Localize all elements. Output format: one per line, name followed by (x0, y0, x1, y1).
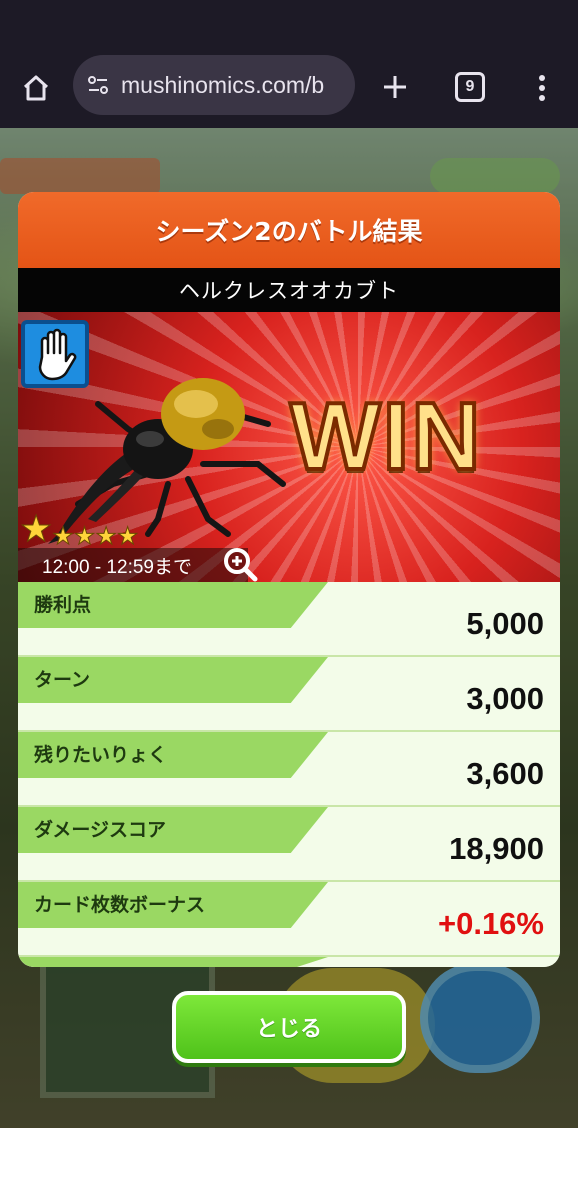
hand-sign-badge (21, 320, 89, 388)
bonus-value: +0.16% (437, 906, 544, 941)
score-breakdown: 勝利点 5,000 ターン 3,000 残りたいりょく 3,600 ダメージスコ… (18, 582, 560, 967)
score-row: ダメージスコア 18,900 (18, 807, 560, 882)
score-value: 3,600 (466, 756, 544, 791)
dialog-title: シーズン2のバトル結果 (155, 217, 423, 246)
zoom-button[interactable] (220, 544, 260, 582)
score-label: 勝利点 (34, 594, 92, 616)
browser-toolbar: mushinomics.com/b 9 (0, 48, 578, 128)
score-label: ターン (34, 669, 91, 691)
close-button-label: とじる (255, 1017, 322, 1042)
score-value: 5,000 (466, 606, 544, 641)
star-icon: ★ (116, 522, 139, 550)
more-menu-icon (539, 75, 545, 101)
home-button[interactable] (14, 68, 58, 108)
score-row: カード枚数ボーナス +0.16% (18, 882, 560, 957)
star-icon: ★ (73, 522, 96, 550)
score-value: 3,000 (466, 681, 544, 716)
new-tab-button[interactable] (374, 66, 416, 108)
beetle-name: ヘルクレスオオカブト (179, 279, 399, 303)
hand-icon (38, 328, 77, 381)
time-strip: 12:00 - 12:59まで (18, 548, 248, 582)
dialog-header: シーズン2のバトル結果 (18, 192, 560, 268)
next-row-peek (18, 957, 560, 967)
dialog-subheader: ヘルクレスオオカブト (18, 268, 560, 312)
score-row: 残りたいりょく 3,600 (18, 732, 560, 807)
home-icon (23, 75, 49, 101)
site-settings-icon[interactable] (85, 72, 111, 98)
url-text: mushinomics.com/b (121, 71, 325, 98)
win-text: WIN (288, 381, 483, 492)
new-tab-plus-icon (384, 76, 406, 98)
status-bar (0, 0, 578, 48)
tab-switcher-button[interactable]: 9 (455, 72, 485, 102)
time-range: 12:00 - 12:59まで (42, 556, 192, 578)
star-filled-icon: ★ (19, 509, 53, 550)
star-rating: ★ ★ ★ ★ ★ (19, 509, 139, 550)
score-label: ダメージスコア (34, 819, 167, 841)
address-bar[interactable]: mushinomics.com/b (73, 55, 355, 115)
score-label: 残りたいりょく (34, 744, 168, 766)
score-label: カード枚数ボーナス (34, 894, 206, 916)
tab-count: 9 (465, 78, 475, 95)
score-row: 勝利点 5,000 (18, 582, 560, 657)
close-button[interactable]: とじる (172, 991, 406, 1063)
zoom-in-icon (224, 548, 258, 582)
score-row: ターン 3,000 (18, 657, 560, 732)
star-icon: ★ (52, 522, 74, 550)
more-menu-button[interactable] (528, 68, 556, 108)
score-value: 18,900 (449, 831, 544, 866)
star-icon: ★ (95, 522, 117, 550)
result-banner: WIN 12:00 - 12:59まで ★ ★ ★ ★ ★ (18, 312, 560, 582)
battle-result-dialog: シーズン2のバトル結果 ヘルクレスオオカブト WIN 12:00 - 12:59… (18, 192, 560, 967)
